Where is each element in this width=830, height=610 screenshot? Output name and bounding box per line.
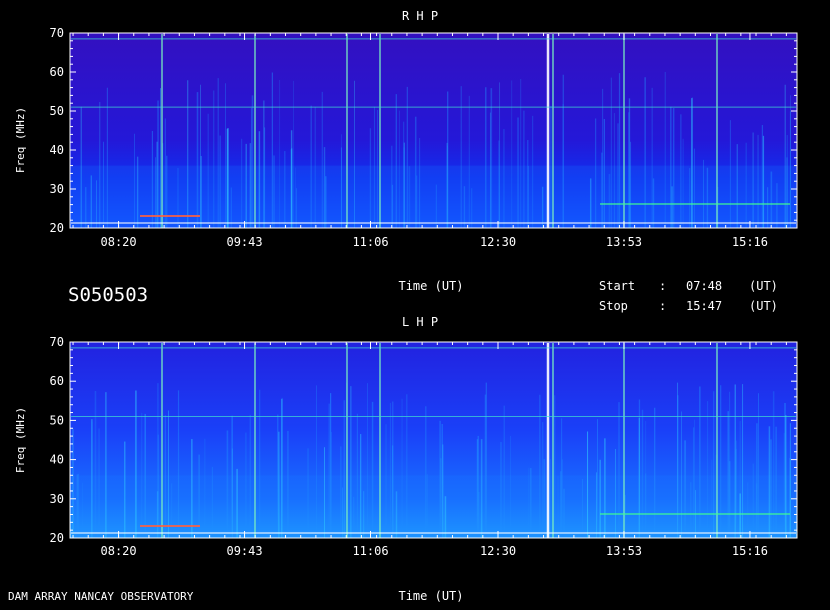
lhp-y-tick-label: 70 [50, 335, 64, 349]
rhp-low-band [71, 165, 796, 228]
start-unit: (UT) [749, 279, 778, 293]
rhp-y-tick-label: 70 [50, 26, 64, 40]
rhp-x-tick-label: 08:20 [101, 235, 137, 249]
lhp-y-label: Freq (MHz) [14, 407, 27, 473]
rhp-y-tick-label: 30 [50, 182, 64, 196]
start-time: 07:48 [686, 279, 722, 293]
lhp-x-label: Time (UT) [398, 589, 463, 603]
spectrogram-figure: 20 30 40 50 60 70 08:20 09:43 11:06 12:30 13:53 15… [8, 9, 798, 603]
rhp-y-tick-label: 40 [50, 143, 64, 157]
lhp-title: L H P [402, 315, 438, 329]
lhp-x-tick-label: 12:30 [480, 544, 516, 558]
rhp-x-tick-label: 11:06 [352, 235, 388, 249]
lhp-y-tick-label: 20 [50, 531, 64, 545]
lhp-y-tick-label: 50 [50, 413, 64, 427]
lhp-low-band [71, 475, 796, 538]
lhp-x-tick-label: 08:20 [101, 544, 137, 558]
rhp-y-tick-label: 50 [50, 104, 64, 118]
lhp-panel: 20 30 40 50 60 70 08:20 09:43 11:06 12:30 13:53 15… [14, 315, 798, 558]
stop-label: Stop [599, 299, 628, 313]
lhp-y-tick-label: 30 [50, 492, 64, 506]
lhp-x-tick-label: 11:06 [352, 544, 388, 558]
lhp-x-tick-label: 13:53 [606, 544, 642, 558]
start-label: Start [599, 279, 635, 293]
rhp-x-label: Time (UT) [398, 279, 463, 293]
footer-observatory-label: DAM ARRAY NANCAY OBSERVATORY [8, 590, 194, 603]
rhp-title: R H P [402, 9, 438, 23]
rhp-x-tick-label: 13:53 [606, 235, 642, 249]
lhp-y-tick-label: 60 [50, 374, 64, 388]
rhp-panel: 20 30 40 50 60 70 08:20 09:43 11:06 12:30 13:53 15… [14, 9, 798, 249]
observation-id: S050503 [68, 284, 148, 306]
rhp-y-tick-label: 60 [50, 65, 64, 79]
stop-separator: : [659, 299, 666, 313]
lhp-x-tick-label: 09:43 [226, 544, 262, 558]
rhp-x-tick-label: 09:43 [226, 235, 262, 249]
lhp-x-tick-label: 15:16 [732, 544, 768, 558]
rhp-x-tick-label: 12:30 [480, 235, 516, 249]
start-separator: : [659, 279, 666, 293]
rhp-y-tick-label: 20 [50, 221, 64, 235]
stop-unit: (UT) [749, 299, 778, 313]
stop-time: 15:47 [686, 299, 722, 313]
lhp-y-tick-label: 40 [50, 453, 64, 467]
rhp-y-label: Freq (MHz) [14, 107, 27, 173]
rhp-x-tick-label: 15:16 [732, 235, 768, 249]
